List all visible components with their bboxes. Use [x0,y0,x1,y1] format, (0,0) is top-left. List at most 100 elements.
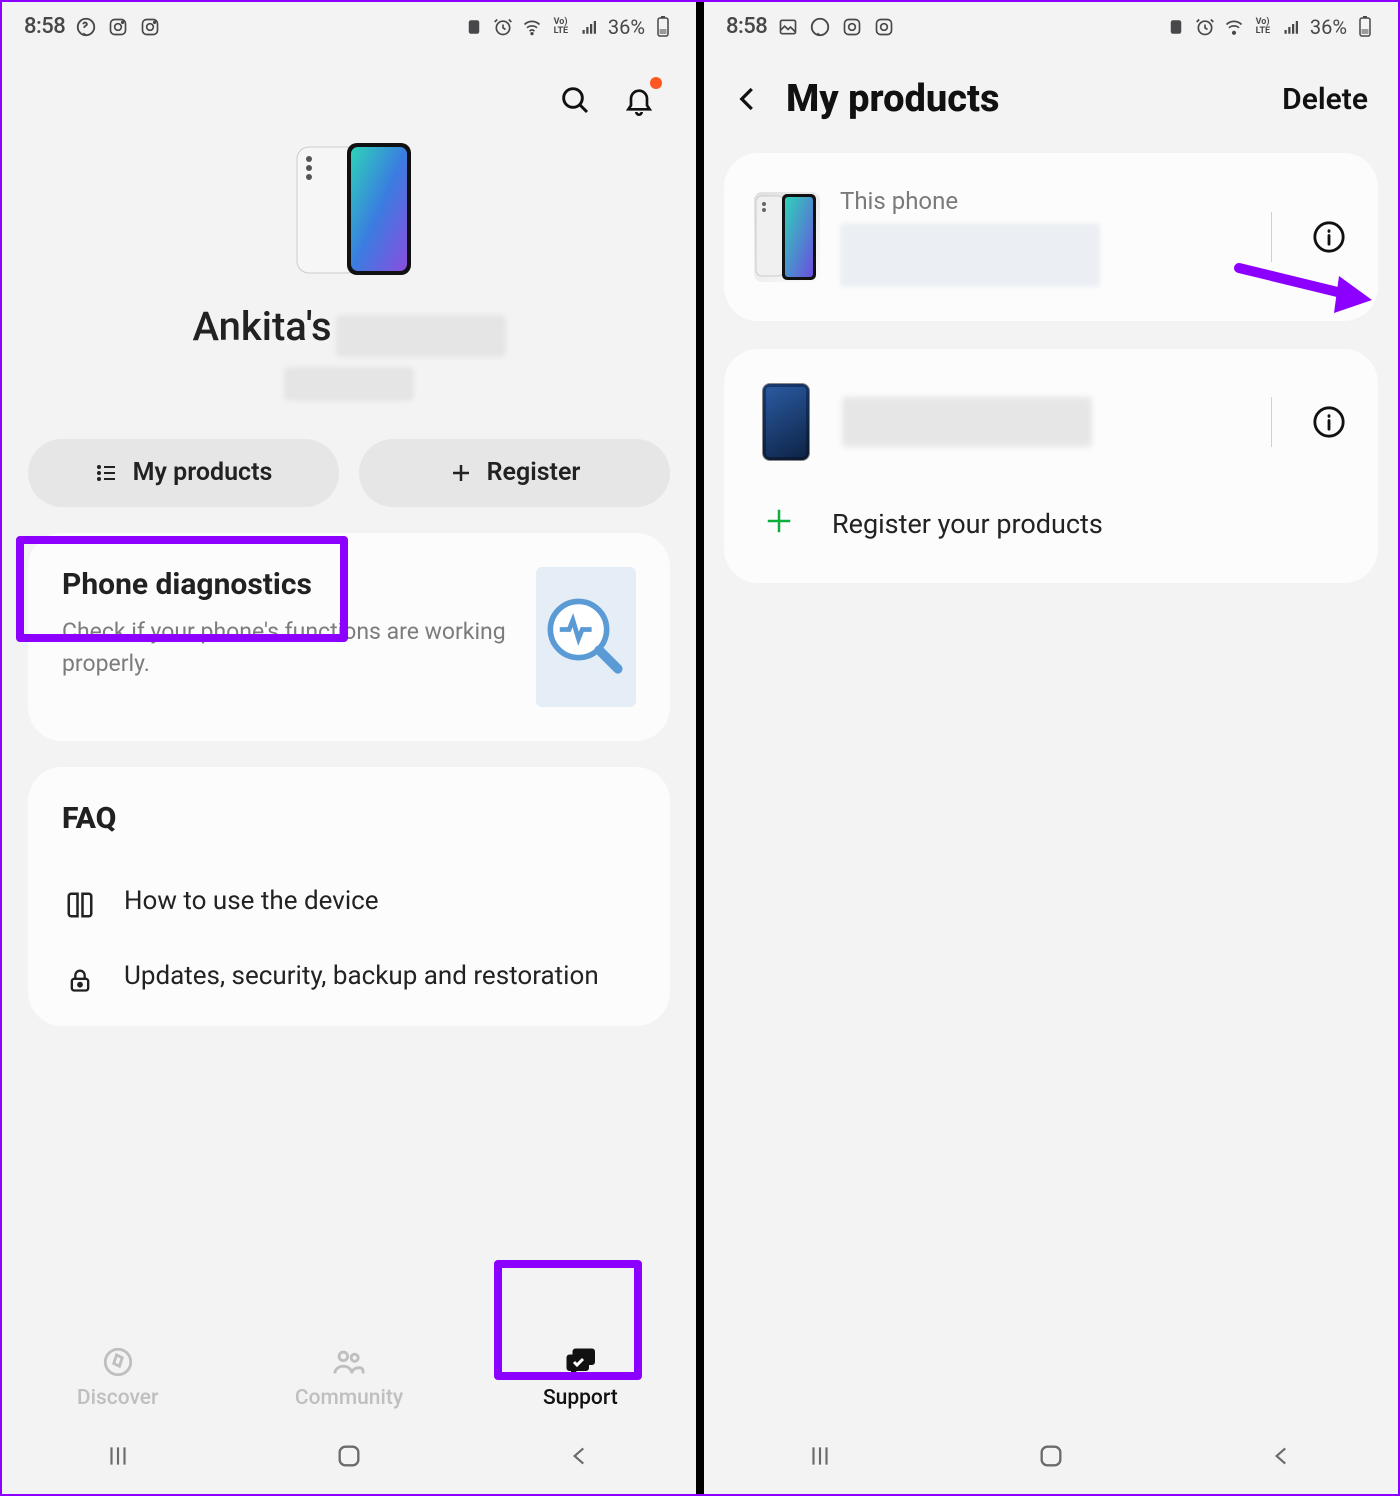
image-icon [777,16,799,38]
product-name-redacted [840,223,1100,287]
wifi-icon [521,16,543,38]
book-icon [62,887,98,923]
status-bar: 8:58 Vo)LTE 36% [2,2,696,45]
whatsapp-icon [75,16,97,38]
faq-item-updates-security[interactable]: Updates, security, backup and restoratio… [62,941,636,1016]
product-info: This phone [840,187,1233,287]
back-button[interactable] [1267,1441,1297,1471]
diagnostics-subtitle: Check if your phone's functions are work… [62,616,518,680]
battery-icon [652,16,674,38]
battery-saver-icon [463,16,485,38]
diagnostics-icon [536,567,636,707]
wifi-icon [1223,16,1245,38]
instagram-icon [841,16,863,38]
product-row-other[interactable] [746,367,1356,477]
faq-card: FAQ How to use the device Updates, secur… [28,767,670,1026]
status-time: 8:58 [24,14,65,39]
home-button[interactable] [334,1441,364,1471]
faq-item-how-to-use[interactable]: How to use the device [62,866,636,941]
notifications-icon[interactable] [620,81,658,119]
product-card-other: Register your products [724,349,1378,583]
nav-discover[interactable]: Discover [2,1344,233,1410]
register-products-label: Register your products [832,508,1103,540]
page-title: My products [786,77,1282,121]
product-row-this-phone[interactable]: This phone [746,171,1356,303]
back-button[interactable] [565,1441,595,1471]
page-header: My products Delete [704,45,1398,139]
status-time: 8:58 [726,14,767,39]
owner-name-redacted [336,315,506,357]
plus-icon [449,461,473,485]
info-icon[interactable] [1310,403,1348,441]
search-icon[interactable] [556,81,594,119]
battery-icon [1354,16,1376,38]
screen-support: 8:58 Vo)LTE 36% [2,2,696,1494]
register-button[interactable]: Register [359,439,670,507]
back-icon[interactable] [726,77,770,121]
product-thumbnail [754,192,820,282]
whatsapp-icon [809,16,831,38]
nav-community[interactable]: Community [233,1344,464,1410]
spacer [704,597,1398,1418]
alarm-icon [492,16,514,38]
alarm-icon [1194,16,1216,38]
this-phone-label: This phone [840,187,1233,215]
compass-icon [100,1344,136,1380]
my-products-label: My products [133,458,273,487]
device-image [279,135,419,285]
status-bar: 8:58 Vo)LTE 36% [704,2,1398,45]
status-left: 8:58 [24,14,161,39]
screens-divider [696,2,704,1494]
nav-support[interactable]: Support [465,1344,696,1410]
status-right: Vo)LTE 36% [463,15,674,39]
separator [1271,397,1272,447]
bottom-nav: Discover Community Support [2,1330,696,1418]
signal-icon [1281,16,1303,38]
faq-card-container: FAQ How to use the device Updates, secur… [28,767,670,1035]
nav-support-label: Support [543,1386,618,1410]
nav-discover-label: Discover [77,1386,159,1410]
status-right: Vo)LTE 36% [1165,15,1376,39]
volte-icon: Vo)LTE [1252,16,1274,38]
recents-button[interactable] [103,1441,133,1471]
product-info [842,397,1233,447]
notification-badge [650,77,662,89]
owner-prefix: Ankita's [192,303,331,350]
owner-model-redacted [284,367,414,401]
volte-icon: Vo)LTE [550,16,572,38]
signal-icon [579,16,601,38]
plus-icon [760,503,798,545]
my-products-button[interactable]: My products [28,439,339,507]
lock-icon [62,962,98,998]
product-name-redacted [842,397,1092,447]
system-nav [704,1418,1398,1494]
info-icon[interactable] [1310,218,1348,256]
register-products-row[interactable]: Register your products [746,477,1356,565]
chat-support-icon [562,1344,598,1380]
product-card-this-phone: This phone [724,153,1378,321]
instagram-icon-2 [139,16,161,38]
battery-percent: 36% [1310,15,1347,39]
delete-button[interactable]: Delete [1282,82,1368,117]
recents-button[interactable] [805,1441,835,1471]
toolbar [2,45,696,129]
list-icon [95,461,119,485]
faq-item-label: Updates, security, backup and restoratio… [124,959,599,994]
nav-community-label: Community [295,1386,403,1410]
faq-item-label: How to use the device [124,884,379,919]
system-nav [2,1418,696,1494]
instagram-icon [107,16,129,38]
faq-title: FAQ [62,801,636,836]
action-pills: My products Register [2,401,696,507]
screen-my-products: 8:58 Vo)LTE 36% My products Delete [704,2,1398,1494]
home-button[interactable] [1036,1441,1066,1471]
phone-diagnostics-card[interactable]: Phone diagnostics Check if your phone's … [28,533,670,741]
separator [1271,212,1272,262]
battery-percent: 36% [608,15,645,39]
instagram-icon-2 [873,16,895,38]
product-thumbnail [762,383,810,461]
status-left: 8:58 [726,14,895,39]
device-hero: Ankita's [2,129,696,401]
diagnostics-title: Phone diagnostics [62,567,518,602]
register-label: Register [487,458,581,487]
